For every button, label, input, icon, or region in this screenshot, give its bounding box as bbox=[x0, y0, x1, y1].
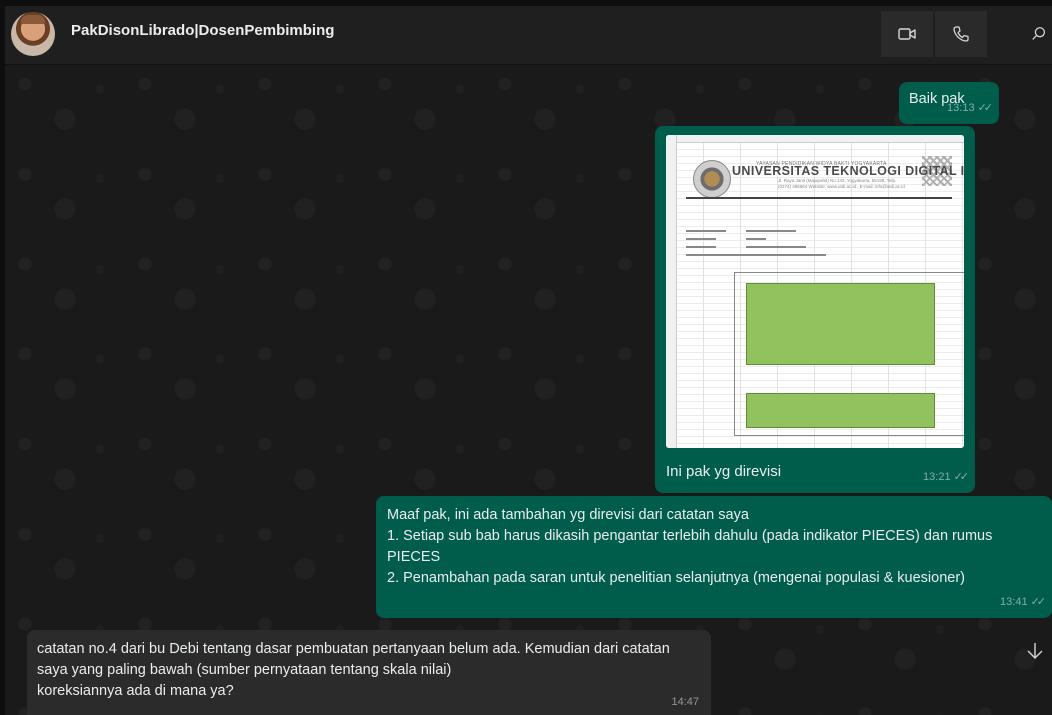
form-text-line bbox=[686, 230, 726, 232]
chat-window: PakDisonLibrado|DosenPembimbing Baik pak… bbox=[5, 6, 1052, 715]
message-meta: 14:47 bbox=[671, 692, 699, 713]
message-time: 14:47 bbox=[671, 696, 699, 708]
form-text-line bbox=[746, 230, 796, 232]
message-bubble-image[interactable]: YAYASAN PENDIDIKAN WIDYA BAKTI YOGYAKART… bbox=[655, 126, 975, 493]
form-text-line bbox=[746, 254, 826, 256]
read-receipt-icon: ✓✓ bbox=[977, 102, 994, 114]
spreadsheet-image[interactable]: YAYASAN PENDIDIKAN WIDYA BAKTI YOGYAKART… bbox=[666, 135, 964, 448]
form-text-line bbox=[686, 246, 716, 248]
message-time: 13:41 bbox=[1000, 596, 1028, 608]
scroll-to-bottom-button[interactable] bbox=[1021, 637, 1049, 665]
message-meta: 13:13 ✓✓ bbox=[947, 98, 994, 119]
university-logo-icon bbox=[693, 160, 731, 198]
message-meta: 13:21 ✓✓ bbox=[923, 467, 970, 488]
read-receipt-icon: ✓✓ bbox=[953, 471, 970, 483]
message-bubble-incoming[interactable]: catatan no.4 dari bu Debi tentang dasar … bbox=[27, 630, 711, 715]
read-receipt-icon: ✓✓ bbox=[1030, 596, 1047, 608]
message-time: 13:21 bbox=[923, 471, 951, 483]
contact-avatar[interactable] bbox=[11, 12, 55, 56]
form-text-line bbox=[746, 238, 766, 240]
contact-name[interactable]: PakDisonLibrado|DosenPembimbing bbox=[71, 22, 334, 39]
sheet-row-header bbox=[666, 135, 677, 448]
university-address: Jl. Raya Janti (Majapahit) No.143, Yogya… bbox=[778, 178, 905, 189]
voice-call-button[interactable] bbox=[935, 11, 987, 57]
search-button[interactable] bbox=[1025, 11, 1052, 57]
phone-icon bbox=[953, 26, 969, 42]
message-meta: 13:41 ✓✓ bbox=[1000, 592, 1047, 613]
video-camera-icon bbox=[898, 28, 916, 40]
chat-header: PakDisonLibrado|DosenPembimbing bbox=[5, 6, 1052, 65]
sheet-column-header bbox=[666, 135, 964, 143]
sheet-highlight bbox=[746, 283, 935, 365]
message-time: 13:13 bbox=[947, 102, 975, 114]
message-text: catatan no.4 dari bu Debi tentang dasar … bbox=[37, 641, 670, 699]
arrow-down-icon bbox=[1027, 643, 1043, 659]
form-text-line bbox=[686, 238, 716, 240]
message-text: Maaf pak, ini ada tambahan yg direvisi d… bbox=[387, 507, 993, 586]
message-bubble-outgoing[interactable]: Maaf pak, ini ada tambahan yg direvisi d… bbox=[376, 496, 1052, 618]
form-text-line bbox=[746, 246, 806, 248]
message-bubble-outgoing[interactable]: Baik pak 13:13 ✓✓ bbox=[899, 82, 999, 124]
image-caption: Ini pak yg direvisi bbox=[666, 463, 782, 480]
sheet-highlight bbox=[746, 393, 935, 428]
video-call-button[interactable] bbox=[881, 11, 933, 57]
letterhead-divider bbox=[686, 197, 952, 199]
search-icon bbox=[1031, 27, 1045, 40]
